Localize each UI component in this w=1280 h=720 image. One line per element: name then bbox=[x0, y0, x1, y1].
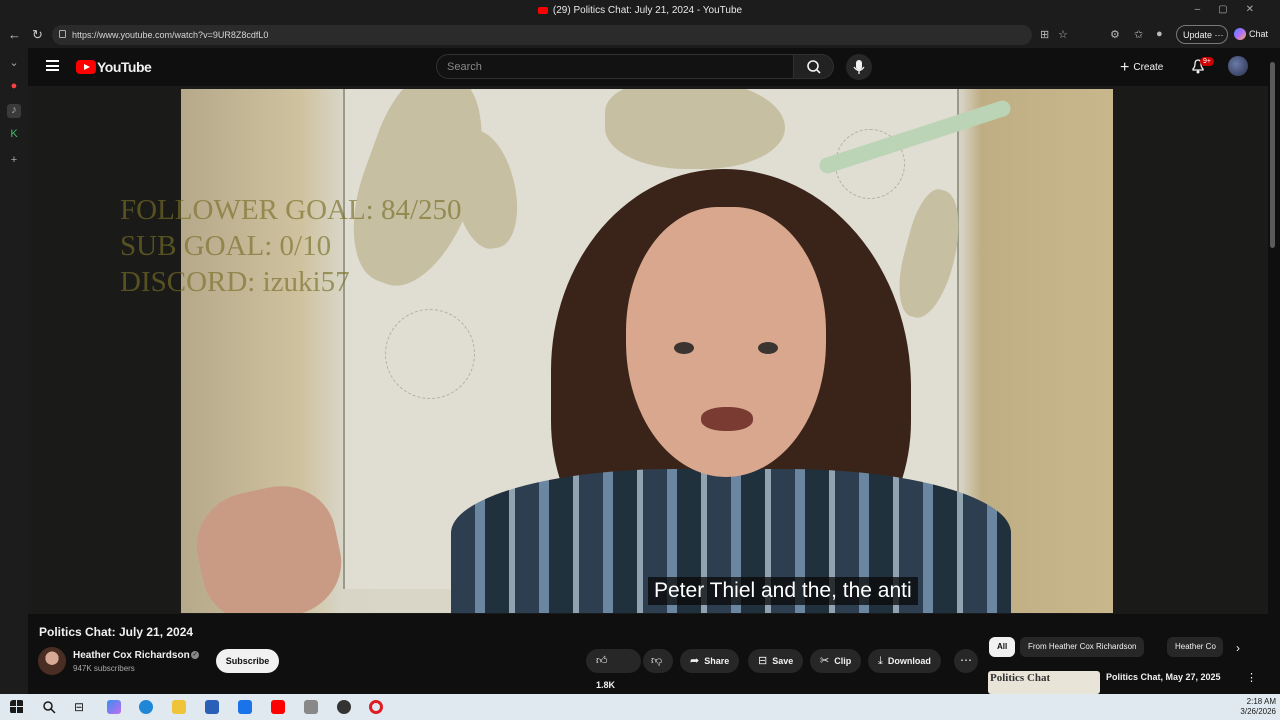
copilot-icon bbox=[1234, 28, 1246, 40]
voice-search-button[interactable] bbox=[846, 54, 872, 80]
clock-time: 2:18 AM bbox=[1246, 697, 1276, 706]
opera-browser-icon[interactable] bbox=[369, 700, 383, 714]
youtube-favicon-icon bbox=[537, 7, 548, 14]
verified-badge-icon: ✓ bbox=[191, 651, 199, 659]
search-button[interactable] bbox=[794, 54, 834, 79]
notifications-badge: 9+ bbox=[1200, 57, 1214, 66]
window-controls[interactable]: –▢✕ bbox=[1195, 4, 1272, 15]
url-text: https://www.youtube.com/watch?v=9UR8Z8cd… bbox=[72, 30, 269, 40]
thumbs-down-icon: 👎︎ bbox=[651, 655, 663, 667]
site-info-icon[interactable] bbox=[59, 30, 66, 38]
profile-icon[interactable]: ● bbox=[1156, 28, 1163, 40]
youtube-logo[interactable]: YouTube bbox=[76, 59, 152, 75]
youtube-tab-icon[interactable]: ● bbox=[7, 80, 21, 94]
update-button[interactable]: Update ⋯ bbox=[1176, 25, 1228, 44]
reload-icon[interactable]: ↻ bbox=[32, 27, 43, 43]
file-explorer-icon[interactable] bbox=[172, 700, 186, 714]
share-icon: ➦ bbox=[690, 655, 700, 667]
kebab-menu-icon[interactable]: ⋮ bbox=[1246, 671, 1257, 684]
system-clock[interactable]: 2:18 AM 3/26/2026 bbox=[1230, 697, 1276, 717]
app-icon[interactable] bbox=[337, 700, 351, 714]
share-button[interactable]: ➦ Share bbox=[680, 649, 740, 673]
browser-title-bar: (29) Politics Chat: July 21, 2024 - YouT… bbox=[0, 0, 1280, 22]
copilot-chat-button[interactable]: Chat bbox=[1234, 28, 1268, 40]
thumbnail-text: Politics Chat bbox=[990, 672, 1051, 684]
stream-overlay-text: FOLLOWER GOAL: 84/250 SUB GOAL: 0/10 DIS… bbox=[120, 192, 462, 300]
overlay-line: FOLLOWER GOAL: 84/250 bbox=[120, 194, 462, 226]
person-face bbox=[626, 207, 826, 477]
dislike-button[interactable]: 👎︎ bbox=[643, 649, 673, 673]
subscriber-count: 947K subscribers bbox=[73, 664, 135, 673]
thumbs-up-icon: 👍︎ bbox=[596, 655, 608, 667]
recommendation-thumbnail[interactable]: Politics Chat bbox=[988, 671, 1100, 694]
video-caption: Peter Thiel and the, the anti bbox=[648, 577, 918, 605]
taskbar-search-icon[interactable] bbox=[42, 700, 56, 714]
windows-start-icon[interactable] bbox=[10, 700, 24, 714]
scissors-icon: ✂ bbox=[820, 655, 830, 667]
person-hand bbox=[187, 475, 351, 613]
chip-from-channel[interactable]: From Heather Cox Richardson bbox=[1020, 637, 1145, 657]
chevron-down-icon[interactable]: ⌄ bbox=[7, 56, 21, 70]
overlay-line: DISCORD: izuki57 bbox=[120, 266, 350, 298]
youtube-header: YouTube Search + Create 9+ bbox=[28, 48, 1280, 86]
channel-name[interactable]: Heather Cox Richardson bbox=[73, 650, 190, 661]
clock-date: 3/26/2026 bbox=[1240, 707, 1276, 716]
save-button[interactable]: ⊟ Save bbox=[748, 649, 804, 673]
chip-related[interactable]: Heather Co bbox=[1167, 637, 1223, 657]
download-icon: ⤓ bbox=[878, 655, 883, 667]
app-icon[interactable]: K bbox=[7, 128, 21, 142]
favorites-icon[interactable]: ✩ bbox=[1134, 28, 1143, 41]
app-icon[interactable] bbox=[304, 700, 318, 714]
add-icon[interactable]: + bbox=[7, 154, 21, 168]
like-button[interactable]: 👍︎1.8K bbox=[586, 649, 641, 690]
taskbar: ⊟ 2:18 AM 3/26/2026 bbox=[0, 694, 1280, 720]
extensions-icon[interactable]: ⚙ bbox=[1110, 28, 1120, 41]
chevron-right-icon[interactable]: › bbox=[1236, 641, 1240, 655]
video-frame[interactable]: Peter Thiel and the, the anti bbox=[181, 89, 1113, 613]
page-scrollbar[interactable] bbox=[1270, 62, 1275, 248]
back-icon[interactable]: ← bbox=[8, 27, 21, 42]
window-title: (29) Politics Chat: July 21, 2024 - YouT… bbox=[0, 5, 1280, 16]
video-player[interactable]: Peter Thiel and the, the anti FOLLOWER G… bbox=[28, 86, 1268, 614]
search-input[interactable]: Search bbox=[436, 54, 794, 79]
clip-button[interactable]: ✂ Clip bbox=[810, 649, 862, 673]
youtube-app-icon[interactable] bbox=[271, 700, 285, 714]
browser-toolbar: ← ↻ https://www.youtube.com/watch?v=9UR8… bbox=[0, 22, 1280, 48]
app-grid-icon[interactable]: ⊞ bbox=[1040, 28, 1049, 41]
speaker-icon[interactable]: ♪ bbox=[7, 104, 21, 118]
search-icon bbox=[807, 60, 821, 74]
mail-icon[interactable] bbox=[238, 700, 252, 714]
more-actions-button[interactable]: ⋯ bbox=[954, 649, 978, 673]
task-view-icon[interactable]: ⊟ bbox=[74, 700, 88, 714]
address-bar[interactable]: https://www.youtube.com/watch?v=9UR8Z8cd… bbox=[52, 25, 1032, 45]
menu-icon[interactable] bbox=[46, 60, 59, 71]
chip-all[interactable]: All bbox=[989, 637, 1016, 657]
subscribe-button[interactable]: Subscribe bbox=[216, 649, 279, 673]
account-avatar[interactable] bbox=[1228, 56, 1248, 76]
bookmark-icon: ⊟ bbox=[758, 655, 768, 667]
download-button[interactable]: ⤓ Download bbox=[868, 649, 941, 673]
recommendation-title[interactable]: Politics Chat, May 27, 2025 bbox=[1106, 672, 1221, 682]
copilot-taskbar-icon[interactable] bbox=[107, 700, 121, 714]
microphone-icon bbox=[853, 60, 865, 74]
create-button[interactable]: + Create bbox=[1120, 59, 1163, 77]
video-title: Politics Chat: July 21, 2024 bbox=[39, 625, 194, 639]
youtube-play-icon bbox=[76, 60, 96, 74]
browser-sidebar: ⌄ ● ♪ K + bbox=[0, 48, 28, 694]
plus-icon: + bbox=[1120, 59, 1130, 76]
overlay-line: SUB GOAL: 0/10 bbox=[120, 230, 332, 262]
edge-browser-icon[interactable] bbox=[139, 700, 153, 714]
channel-avatar[interactable] bbox=[38, 647, 66, 675]
favorite-star-icon[interactable]: ☆ bbox=[1058, 28, 1068, 41]
store-icon[interactable] bbox=[205, 700, 219, 714]
